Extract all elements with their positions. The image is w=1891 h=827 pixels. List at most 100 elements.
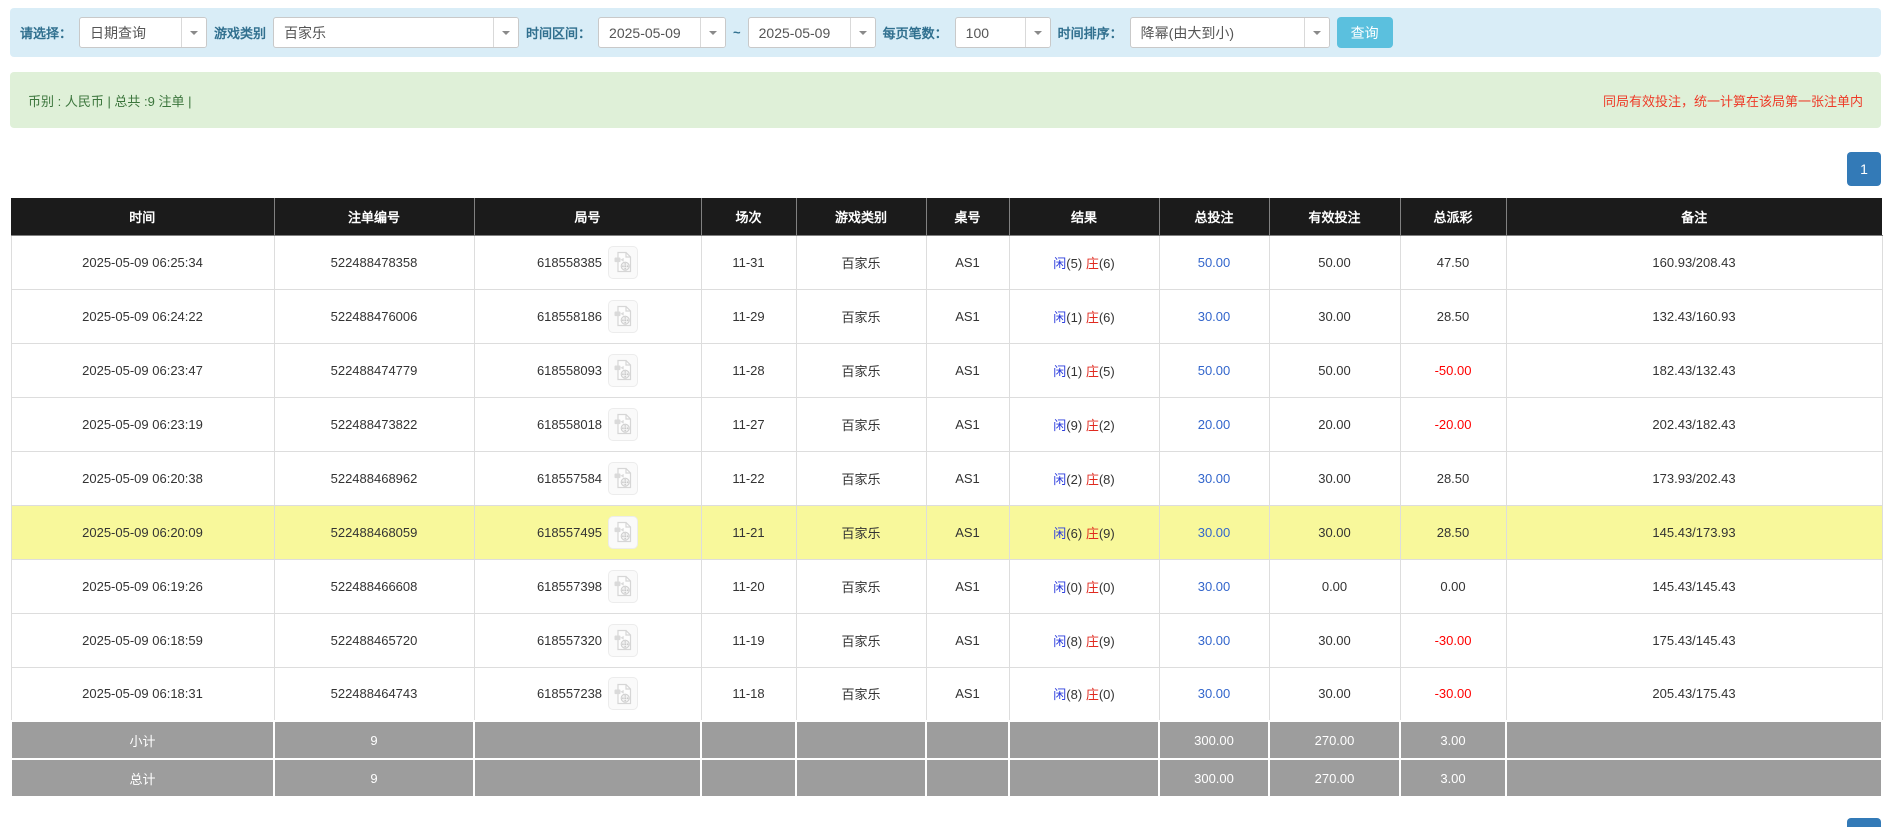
video-replay-icon[interactable]: [608, 516, 638, 549]
summary-cell: [474, 721, 701, 759]
total-bet-link[interactable]: 30.00: [1198, 471, 1231, 486]
cell-game-type: 百家乐: [796, 235, 926, 289]
cell-session: 11-29: [701, 289, 796, 343]
cell-result: 闲(9) 庄(2): [1009, 397, 1159, 451]
column-header: 桌号: [926, 198, 1009, 235]
total-bet-link[interactable]: 30.00: [1198, 525, 1231, 540]
summary-cell: 270.00: [1269, 721, 1400, 759]
cell-time: 2025-05-09 06:20:09: [11, 505, 274, 559]
cell-game-type: 百家乐: [796, 451, 926, 505]
video-replay-icon[interactable]: [608, 354, 638, 387]
player-result-value: (0): [1066, 580, 1082, 595]
cell-time: 2025-05-09 06:25:34: [11, 235, 274, 289]
date-mode-select[interactable]: 日期查询: [79, 17, 207, 48]
summary-cell: [474, 759, 701, 797]
banker-result-value: (9): [1099, 634, 1115, 649]
video-replay-icon[interactable]: [608, 677, 638, 710]
range-separator: ~: [733, 25, 741, 40]
summary-cell: 270.00: [1269, 759, 1400, 797]
summary-cell: [1009, 721, 1159, 759]
banker-result-label: 庄: [1086, 687, 1099, 702]
player-result-label: 闲: [1053, 310, 1066, 325]
cell-table-no: AS1: [926, 235, 1009, 289]
page-button-1[interactable]: 1: [1847, 152, 1881, 186]
summary-cell: 9: [274, 759, 474, 797]
round-id-text: 618558018: [537, 417, 602, 432]
cell-time: 2025-05-09 06:23:47: [11, 343, 274, 397]
column-header: 总派彩: [1400, 198, 1506, 235]
cell-table-no: AS1: [926, 559, 1009, 613]
date-to-value: 2025-05-09: [749, 25, 850, 41]
video-replay-icon[interactable]: [608, 624, 638, 657]
pagination-bottom: 1: [10, 818, 1881, 827]
cell-table-no: AS1: [926, 667, 1009, 721]
game-type-select[interactable]: 百家乐: [273, 17, 519, 48]
video-replay-icon[interactable]: [608, 300, 638, 333]
time-order-select[interactable]: 降幂(由大到小): [1130, 17, 1330, 48]
total-bet-link[interactable]: 30.00: [1198, 633, 1231, 648]
cell-valid-bet: 30.00: [1269, 289, 1400, 343]
player-result-value: (1): [1066, 364, 1082, 379]
chevron-down-icon: [1304, 18, 1329, 47]
cell-total-bet: 20.00: [1159, 397, 1269, 451]
banker-result-value: (5): [1099, 364, 1115, 379]
video-replay-icon[interactable]: [608, 570, 638, 603]
cell-total-bet: 30.00: [1159, 667, 1269, 721]
cell-payout: 47.50: [1400, 235, 1506, 289]
page-size-select[interactable]: 100: [955, 17, 1051, 48]
banker-result-label: 庄: [1086, 634, 1099, 649]
round-id-text: 618557495: [537, 525, 602, 540]
column-header: 注单编号: [274, 198, 474, 235]
page-button-1[interactable]: 1: [1847, 818, 1881, 827]
game-type-label: 游戏类别: [214, 23, 266, 42]
player-result-label: 闲: [1053, 418, 1066, 433]
summary-cell: 3.00: [1400, 759, 1506, 797]
banker-result-value: (8): [1099, 472, 1115, 487]
summary-row: 小计9300.00270.003.00: [11, 721, 1882, 759]
total-bet-link[interactable]: 50.00: [1198, 255, 1231, 270]
cell-game-type: 百家乐: [796, 505, 926, 559]
cell-bet-id: 522488466608: [274, 559, 474, 613]
date-to-select[interactable]: 2025-05-09: [748, 17, 876, 48]
cell-total-bet: 50.00: [1159, 343, 1269, 397]
search-button[interactable]: 查询: [1337, 17, 1393, 48]
video-replay-icon[interactable]: [608, 246, 638, 279]
cell-time: 2025-05-09 06:20:38: [11, 451, 274, 505]
page-size-label: 每页笔数：: [883, 23, 948, 42]
total-bet-link[interactable]: 30.00: [1198, 579, 1231, 594]
total-bet-link[interactable]: 30.00: [1198, 686, 1231, 701]
player-result-value: (8): [1066, 687, 1082, 702]
cell-table-no: AS1: [926, 505, 1009, 559]
chevron-down-icon: [1025, 18, 1050, 47]
summary-cell: 300.00: [1159, 721, 1269, 759]
total-bet-link[interactable]: 20.00: [1198, 417, 1231, 432]
player-result-label: 闲: [1053, 634, 1066, 649]
player-result-label: 闲: [1053, 256, 1066, 271]
total-bet-link[interactable]: 30.00: [1198, 309, 1231, 324]
summary-cell: 小计: [11, 721, 274, 759]
date-from-select[interactable]: 2025-05-09: [598, 17, 726, 48]
summary-cell: 3.00: [1400, 721, 1506, 759]
summary-cell: [701, 759, 796, 797]
player-result-label: 闲: [1053, 472, 1066, 487]
cell-round-id: 618558018: [474, 397, 701, 451]
column-header: 结果: [1009, 198, 1159, 235]
select-mode-label: 请选择：: [20, 23, 72, 42]
cell-result: 闲(1) 庄(5): [1009, 343, 1159, 397]
summary-cell: [1009, 759, 1159, 797]
cell-bet-id: 522488474779: [274, 343, 474, 397]
video-replay-icon[interactable]: [608, 462, 638, 495]
summary-cell: [796, 759, 926, 797]
video-replay-icon[interactable]: [608, 408, 638, 441]
banker-result-label: 庄: [1086, 256, 1099, 271]
table-row: 2025-05-09 06:20:09522488468059618557495…: [11, 505, 1882, 559]
cell-round-id: 618558093: [474, 343, 701, 397]
cell-session: 11-19: [701, 613, 796, 667]
cell-note: 132.43/160.93: [1506, 289, 1882, 343]
pagination-top: 1: [10, 152, 1881, 186]
cell-time: 2025-05-09 06:23:19: [11, 397, 274, 451]
player-result-label: 闲: [1053, 364, 1066, 379]
summary-row: 总计9300.00270.003.00: [11, 759, 1882, 797]
total-bet-link[interactable]: 50.00: [1198, 363, 1231, 378]
cell-game-type: 百家乐: [796, 289, 926, 343]
